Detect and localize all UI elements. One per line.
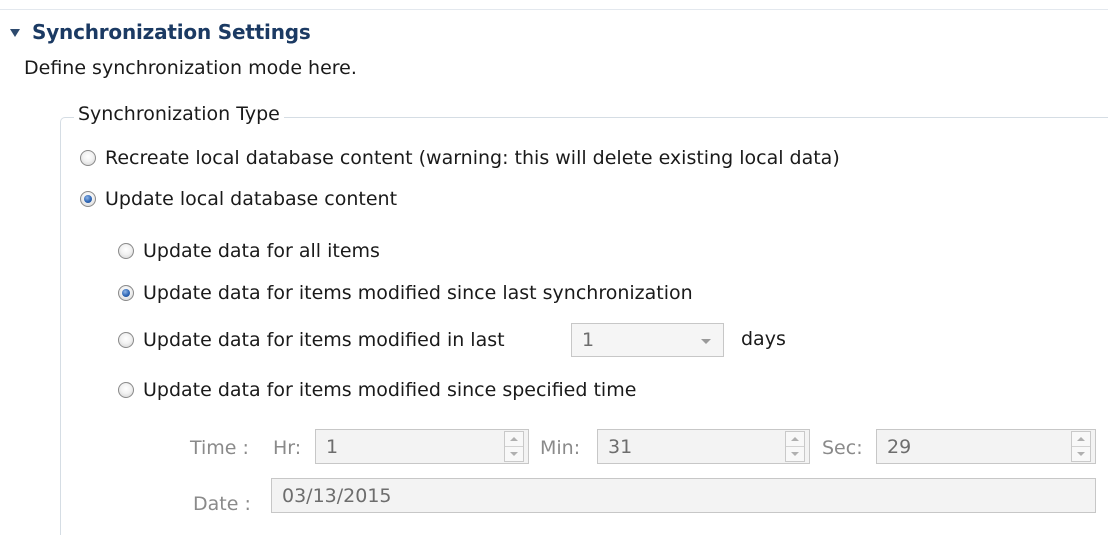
dropdown-arrow-icon[interactable]	[689, 324, 723, 356]
second-spinner[interactable]: 29	[876, 429, 1096, 464]
radio-update-since-last-sync[interactable]: Update data for items modified since las…	[118, 280, 693, 306]
hour-spinner[interactable]: 1	[315, 429, 529, 464]
radio-label: Update local database content	[105, 188, 398, 210]
top-divider	[0, 9, 1108, 10]
radio-label: Update data for all items	[143, 240, 380, 262]
hour-value: 1	[326, 435, 339, 458]
decrement-arrow-icon[interactable]	[1072, 446, 1090, 461]
hour-spin-buttons[interactable]	[504, 431, 524, 462]
hour-label: Hr:	[273, 437, 302, 459]
increment-arrow-icon[interactable]	[505, 432, 523, 446]
synchronization-type-label: Synchronization Type	[74, 103, 284, 125]
radio-button-icon[interactable]	[118, 332, 134, 348]
increment-arrow-icon[interactable]	[1072, 432, 1090, 446]
second-label: Sec:	[822, 437, 863, 459]
radio-button-selected-icon[interactable]	[118, 285, 134, 301]
minute-spinner[interactable]: 31	[597, 429, 810, 464]
radio-update-modified-in-last[interactable]: Update data for items modified in last	[118, 327, 505, 353]
time-label: Time :	[190, 437, 249, 459]
synchronization-settings-page: Synchronization Settings Define synchron…	[0, 0, 1108, 535]
date-field[interactable]: 03/13/2015	[271, 478, 1096, 513]
section-header[interactable]: Synchronization Settings	[10, 19, 311, 45]
radio-button-icon[interactable]	[80, 150, 96, 166]
section-description: Define synchronization mode here.	[24, 57, 357, 79]
days-combo[interactable]: 1	[571, 323, 724, 357]
radio-recreate-local-content[interactable]: Recreate local database content (warning…	[80, 145, 840, 171]
radio-label: Update data for items modified in last	[143, 329, 505, 351]
date-value: 03/13/2015	[282, 484, 392, 507]
radio-button-icon[interactable]	[118, 243, 134, 259]
radio-update-local-content[interactable]: Update local database content	[80, 186, 397, 212]
increment-arrow-icon[interactable]	[786, 432, 804, 446]
radio-label: Update data for items modified since las…	[143, 282, 693, 304]
decrement-arrow-icon[interactable]	[505, 446, 523, 461]
minute-value: 31	[608, 435, 633, 458]
days-label: days	[741, 328, 786, 350]
second-value: 29	[887, 435, 912, 458]
radio-button-selected-icon[interactable]	[80, 191, 96, 207]
radio-label: Update data for items modified since spe…	[143, 379, 637, 401]
minute-spin-buttons[interactable]	[785, 431, 805, 462]
date-label: Date :	[193, 493, 251, 515]
section-title: Synchronization Settings	[32, 20, 311, 44]
minute-label: Min:	[540, 437, 581, 459]
radio-button-icon[interactable]	[118, 382, 134, 398]
second-spin-buttons[interactable]	[1071, 431, 1091, 462]
radio-update-since-specified-time[interactable]: Update data for items modified since spe…	[118, 377, 636, 403]
days-combo-value: 1	[582, 329, 595, 351]
radio-update-all-items[interactable]: Update data for all items	[118, 238, 380, 264]
decrement-arrow-icon[interactable]	[786, 446, 804, 461]
radio-label: Recreate local database content (warning…	[105, 147, 840, 169]
expand-collapse-icon[interactable]	[10, 29, 20, 37]
